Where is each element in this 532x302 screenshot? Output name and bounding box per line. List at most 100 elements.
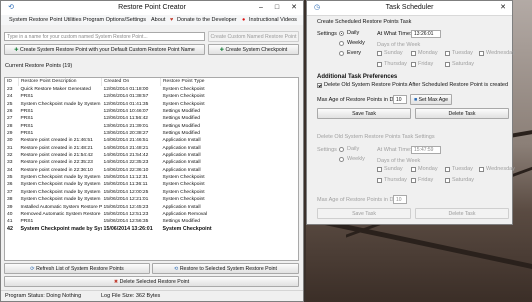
column-type[interactable]: Restore Point Type — [160, 78, 298, 86]
delete-selected-button[interactable]: ✖ Delete Selected Restore Point — [4, 276, 299, 287]
video-icon: ● — [242, 17, 246, 23]
table-row[interactable]: 35 System Checkpoint made by System Resto… — [5, 174, 298, 181]
refresh-list-button[interactable]: ⟳ Refresh List of System Restore Points — [4, 263, 150, 274]
table-row[interactable]: 34 Restore point created in 22:36:10 14/06… — [5, 167, 298, 174]
delete-task-button[interactable]: Delete Task — [415, 108, 509, 119]
table-row[interactable]: 38 System Checkpoint made by System Resto… — [5, 196, 298, 203]
table-row[interactable]: 37 System Checkpoint made by System Resto… — [5, 189, 298, 196]
weekly-radio[interactable] — [339, 41, 344, 46]
delete-time-picker[interactable]: 15:47:59 — [411, 146, 441, 154]
cell-description: Restore point created in 21:48:21 — [20, 145, 93, 151]
menu-program-options[interactable]: Program Options/Settings — [83, 17, 146, 23]
cell-description: PRS1 — [20, 131, 34, 137]
cell-type: Application Install — [162, 153, 201, 159]
day-checkbox-wednesday[interactable] — [479, 51, 484, 56]
day-checkbox-friday[interactable] — [411, 62, 416, 67]
cell-description: System Checkpoint made by System Restore… — [20, 101, 102, 107]
minimize-button[interactable]: – — [253, 1, 269, 14]
table-row[interactable]: 31 Restore point created in 21:48:21 14/06… — [5, 145, 298, 152]
create-custom-named-button[interactable]: Create Custom Named Restore Point — [208, 31, 299, 42]
cell-type: System Checkpoint — [162, 175, 205, 181]
column-created-on[interactable]: Created On — [101, 78, 161, 86]
delete-day-checkbox-sunday[interactable] — [377, 167, 382, 172]
cell-description: PRS1 — [20, 94, 34, 100]
save-task-button[interactable]: Save Task — [317, 108, 411, 119]
title-bar: ⟲ Restore Point Creator – □ ✕ — [1, 1, 303, 16]
day-checkbox-saturday[interactable] — [445, 62, 450, 67]
delete-save-task-button[interactable]: Save Task — [317, 208, 411, 219]
maximize-button[interactable]: □ — [269, 1, 285, 14]
table-row[interactable]: 29 PRS1 13/06/2014 20:38:27 Settings Modifi… — [5, 130, 298, 137]
day-checkbox-monday[interactable] — [411, 51, 416, 56]
cell-type: System Checkpoint — [162, 197, 205, 203]
close-button[interactable]: ✕ — [286, 1, 302, 14]
cell-description: PRS1 — [20, 123, 34, 129]
delete-task-label: Delete Task — [448, 111, 476, 117]
delete-daily-label: Daily — [347, 146, 360, 152]
day-checkbox-thursday[interactable] — [377, 62, 382, 67]
delete-save-task-label: Save Task — [352, 211, 376, 217]
restore-point-name-input[interactable]: Type in a name for your custom named Sys… — [4, 32, 205, 41]
cell-type: System Checkpoint — [162, 189, 205, 195]
table-row[interactable]: 42 System Checkpoint made by System Resto… — [5, 226, 298, 233]
menu-about[interactable]: About — [151, 17, 165, 23]
table-row[interactable]: 23 Quick Restore Maker Generated 12/06/201… — [5, 86, 298, 93]
delete-day-checkbox-wednesday[interactable] — [479, 167, 484, 172]
table-row[interactable]: 30 Restore point created in 21:46:51 14/06… — [5, 137, 298, 144]
table-row[interactable]: 27 PRS1 12/06/2014 11:56:42 Settings Modifi… — [5, 115, 298, 122]
delete-day-label-sunday: Sunday — [384, 166, 403, 172]
restore-points-table: ID Restore Point Description Created On … — [5, 78, 298, 233]
menu-donate[interactable]: Donate to the Developer — [177, 17, 237, 23]
delete-weekly-radio[interactable] — [339, 157, 344, 162]
delete-day-checkbox-tuesday[interactable] — [445, 167, 450, 172]
cell-created-on: 15/06/2014 11:12:31 — [103, 175, 149, 181]
restore-points-list[interactable]: ID Restore Point Description Created On … — [4, 77, 299, 261]
delete-day-label-saturday: Saturday — [452, 177, 475, 183]
menu-restore-utilities[interactable]: System Restore Point Utilities — [9, 17, 81, 23]
table-row[interactable]: 24 PRS1 12/06/2014 01:38:57 System Checkpoi… — [5, 93, 298, 100]
close-button[interactable]: ✕ — [495, 1, 511, 14]
day-label-sunday: Sunday — [384, 50, 403, 56]
cell-id: 33 — [7, 160, 13, 166]
create-default-restore-point-button[interactable]: ✚ Create System Restore Point with your … — [4, 44, 205, 55]
column-description[interactable]: Restore Point Description — [18, 78, 102, 86]
at-what-time-label: At What Time: — [377, 31, 412, 37]
every-label: Every — [347, 50, 362, 56]
cell-id: 30 — [7, 138, 13, 144]
delete-day-checkbox-saturday[interactable] — [445, 178, 450, 183]
cell-id: 27 — [7, 116, 13, 122]
day-checkbox-tuesday[interactable] — [445, 51, 450, 56]
table-row[interactable]: 26 PRS1 12/06/2014 10:46:07 Settings Modifi… — [5, 108, 298, 115]
create-system-checkpoint-button[interactable]: ✚ Create System Checkpoint — [208, 44, 299, 55]
set-max-age-button[interactable]: ■ Set Max Age — [410, 94, 452, 105]
menu-instructional-videos[interactable]: Instructional Videos — [249, 17, 297, 23]
column-id[interactable]: ID — [5, 78, 19, 86]
table-row[interactable]: 41 PRS1 15/06/2014 12:56:35 Settings Modifi… — [5, 218, 298, 225]
delete-max-age-input[interactable]: 10 — [393, 195, 407, 204]
restore-selected-button[interactable]: ⟲ Restore to Selected System Restore Poi… — [152, 263, 299, 274]
table-row[interactable]: 33 Restore point created in 22:35:23 14/06… — [5, 159, 298, 166]
daily-radio[interactable] — [339, 31, 344, 36]
every-radio[interactable] — [339, 51, 344, 56]
table-row[interactable]: 36 System Checkpoint made by System Resto… — [5, 181, 298, 188]
delete-delete-task-button[interactable]: Delete Task — [415, 208, 509, 219]
day-checkbox-sunday[interactable] — [377, 51, 382, 56]
table-row[interactable]: 28 PRS1 13/06/2014 21:39:01 Settings Modifi… — [5, 123, 298, 130]
table-row[interactable]: 25 System Checkpoint made by System Resto… — [5, 101, 298, 108]
delete-daily-radio[interactable] — [339, 147, 344, 152]
cell-id: 40 — [7, 211, 13, 217]
delete-day-checkbox-friday[interactable] — [411, 178, 416, 183]
cell-type: Application Install — [162, 138, 201, 144]
delete-day-checkbox-thursday[interactable] — [377, 178, 382, 183]
delete-old-checkbox[interactable] — [317, 83, 322, 88]
status-bar: Program Status: Doing Nothing Log File S… — [1, 290, 303, 301]
max-age-input[interactable]: 10 — [393, 95, 407, 104]
cell-id: 31 — [7, 145, 13, 151]
save-task-label: Save Task — [352, 111, 376, 117]
table-row[interactable]: 40 Removed Automatic System Restore Point… — [5, 211, 298, 218]
cell-description: Quick Restore Maker Generated — [20, 87, 91, 92]
table-row[interactable]: 39 Installed Automatic System Restore Poi… — [5, 204, 298, 211]
table-row[interactable]: 32 Restore point created in 21:54:42 14/06… — [5, 152, 298, 159]
time-picker[interactable]: 13:26:01 — [411, 30, 441, 38]
delete-day-checkbox-monday[interactable] — [411, 167, 416, 172]
